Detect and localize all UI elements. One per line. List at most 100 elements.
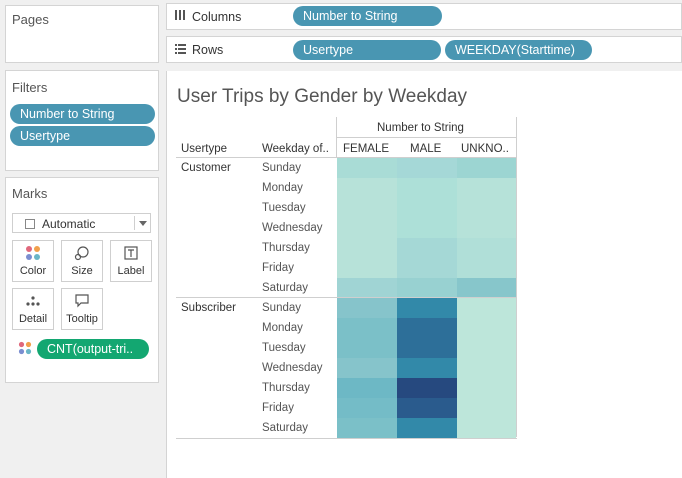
weekday-label: Sunday [262,302,302,314]
size-icon [62,245,102,261]
heatmap-cell[interactable] [337,318,397,338]
size-button[interactable]: Size [61,240,103,282]
pages-title: Pages [12,12,49,27]
heatmap-cell[interactable] [337,258,397,278]
filters-panel: Filters Number to String Usertype [5,70,159,171]
heatmap-cell[interactable] [397,258,457,278]
weekday-label: Tuesday [262,202,306,214]
heatmap-cell[interactable] [457,158,516,178]
heatmap-cell[interactable] [457,198,516,218]
heatmap-cell[interactable] [457,338,516,358]
filters-title: Filters [12,80,48,95]
weekday-label: Sunday [262,162,302,174]
heatmap-cell[interactable] [337,278,397,298]
rows-pill-weekday[interactable]: WEEKDAY(Starttime) [445,40,592,60]
columns-shelf[interactable]: Columns Number to String [166,3,682,30]
size-label: Size [71,265,93,277]
rows-pill-usertype[interactable]: Usertype [293,40,441,60]
heatmap-cell[interactable] [457,278,516,298]
detail-label: Detail [18,313,48,325]
heatmap-cell[interactable] [457,238,516,258]
chevron-down-icon [139,221,147,226]
heatmap-cell[interactable] [457,398,516,418]
columns-label: Columns [192,10,242,24]
marks-field-pill[interactable]: CNT(output-tri.. [37,339,149,359]
heatmap-cell[interactable] [397,378,457,398]
heatmap-cell[interactable] [397,398,457,418]
checkbox-icon [25,219,35,229]
worksheet-view: User Trips by Gender by Weekday Number t… [166,71,682,478]
mark-type-dropdown[interactable]: Automatic [12,213,151,233]
tooltip-label: Tooltip [66,313,98,325]
heatmap-cell[interactable] [457,298,516,318]
heatmap-cell[interactable] [457,258,516,278]
label-label: Label [117,265,145,277]
heatmap-cell[interactable] [337,298,397,318]
weekday-label: Saturday [262,422,309,434]
weekday-label: Tuesday [262,342,306,354]
heatmap-cell[interactable] [397,358,457,378]
column-header-female: FEMALE [343,143,390,155]
heatmap-cell[interactable] [397,418,457,438]
heatmap-cell[interactable] [457,218,516,238]
label-button[interactable]: Label [110,240,152,282]
tooltip-icon [62,293,102,309]
heatmap-cell[interactable] [397,178,457,198]
heatmap-cell[interactable] [397,278,457,298]
color-label: Color [19,265,47,277]
weekday-label: Saturday [262,282,309,294]
row-group-label: Subscriber [181,302,236,314]
rows-label: Rows [192,43,224,57]
color-icon [13,245,53,261]
weekday-label: Thursday [262,242,310,254]
heatmap-cell[interactable] [397,298,457,318]
heatmap-cell[interactable] [397,338,457,358]
heatmap-cell[interactable] [397,318,457,338]
dropdown-divider [134,216,135,230]
row-group-label: Customer [181,162,231,174]
heatmap-cell[interactable] [457,178,516,198]
heatmap-cell[interactable] [457,418,516,438]
heatmap-cell[interactable] [337,158,397,178]
column-header-unknown: UNKNO.. [461,143,509,155]
tooltip-button[interactable]: Tooltip [61,288,103,330]
rows-icon [174,43,186,58]
heatmap-cell[interactable] [337,178,397,198]
heatmap-cell[interactable] [397,218,457,238]
pages-panel: Pages [5,5,159,63]
heatmap-cell[interactable] [457,378,516,398]
heatmap-cell[interactable] [397,238,457,258]
heatmap-cell[interactable] [337,198,397,218]
color-field-icon [18,341,32,360]
mark-type-label: Automatic [42,217,96,231]
weekday-label: Friday [262,402,294,414]
header-divider-horizontal [336,137,517,138]
rows-shelf[interactable]: Rows Usertype WEEKDAY(Starttime) [166,36,682,63]
filter-pill-usertype[interactable]: Usertype [10,126,155,146]
heatmap-cell[interactable] [457,318,516,338]
detail-button[interactable]: Detail [12,288,54,330]
table-bottom-line [176,438,517,439]
heatmap-cell[interactable] [337,398,397,418]
heatmap-cell[interactable] [337,238,397,258]
columns-pill-number-to-string[interactable]: Number to String [293,6,442,26]
column-group-header: Number to String [377,122,464,134]
column-header-male: MALE [410,143,442,155]
filter-pill-number-to-string[interactable]: Number to String [10,104,155,124]
heatmap-cell[interactable] [337,358,397,378]
heatmap-cell[interactable] [337,338,397,358]
color-button[interactable]: Color [12,240,54,282]
heatmap-cell[interactable] [337,218,397,238]
heatmap-cell[interactable] [337,418,397,438]
worksheet-title: User Trips by Gender by Weekday [177,86,468,107]
heatmap-cell[interactable] [337,378,397,398]
weekday-label: Wednesday [262,362,323,374]
weekday-label: Monday [262,322,303,334]
heatmap-cell[interactable] [397,198,457,218]
label-icon [111,245,151,261]
heatmap-cell[interactable] [457,358,516,378]
heatmap-cell[interactable] [397,158,457,178]
marks-title: Marks [12,186,48,201]
table-right-border [516,117,517,437]
detail-icon [13,293,53,309]
